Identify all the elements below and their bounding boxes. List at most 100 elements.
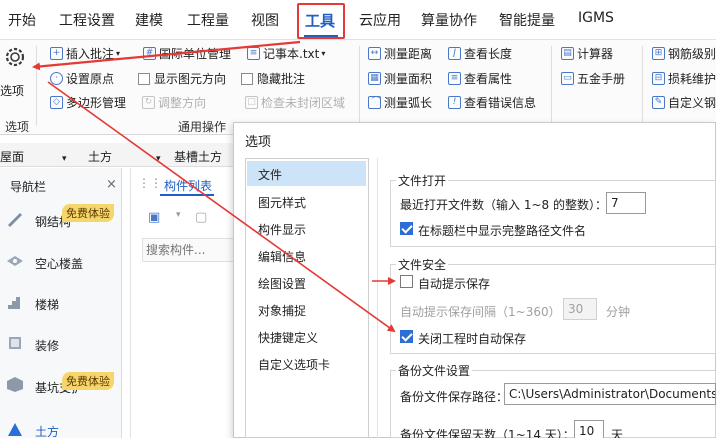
hide-annotation-checkbox[interactable]: 隐藏批注: [241, 70, 305, 87]
loss-maintain-button[interactable]: ⊟ 损耗维护: [652, 70, 716, 87]
ribbon-separator: [36, 46, 37, 126]
tab-component-list[interactable]: 构件列表: [164, 177, 212, 194]
backup-path-input[interactable]: C:\Users\Administrator\Documents\: [504, 383, 716, 405]
checkbox-unchecked-icon: [241, 72, 253, 85]
calculator-icon: ▤: [561, 47, 574, 60]
recent-files-input[interactable]: 7: [606, 192, 646, 214]
close-icon[interactable]: ×: [106, 177, 117, 192]
nav-item-stairs[interactable]: 楼梯: [0, 282, 122, 322]
unit-manage-button[interactable]: # 国际单位管理: [143, 45, 231, 62]
earthwork-icon: [8, 423, 22, 436]
menu-view[interactable]: 视图: [251, 10, 279, 30]
view-errors-button[interactable]: ! 查看错误信息: [448, 94, 536, 111]
options-group-label: 选项: [5, 120, 30, 134]
adjust-icon: ↻: [142, 96, 155, 109]
decoration-icon: [9, 337, 21, 349]
auto-prompt-save-label: 自动提示保存: [418, 277, 491, 291]
insert-annotation-button[interactable]: + 插入批注 ▾: [50, 45, 120, 62]
properties-icon: ≡: [448, 72, 461, 85]
nav-item-hollow-floor[interactable]: 空心楼盖: [0, 241, 122, 281]
category-edit-info[interactable]: 编辑信息: [258, 248, 306, 265]
component-list-pane: [130, 168, 240, 438]
file-open-legend: 文件打开: [396, 172, 449, 189]
check-unclosed-button[interactable]: □ 检查未封闭区域: [245, 94, 345, 111]
save-interval-input[interactable]: 30: [563, 298, 597, 320]
backup-days-label: 备份文件保留天数（1~14 天）：: [400, 428, 575, 438]
menu-smart[interactable]: 智能提量: [499, 10, 555, 30]
backup-days-input[interactable]: 10: [574, 420, 604, 438]
hardware-manual-button[interactable]: ▭ 五金手册: [561, 70, 625, 87]
ruler-icon: ↔: [368, 47, 381, 60]
nav-item-earthwork[interactable]: 土方: [0, 410, 122, 438]
dialog-divider: [377, 158, 378, 438]
menu-modeling[interactable]: 建模: [135, 10, 163, 30]
gear-icon[interactable]: [2, 44, 28, 70]
auto-prompt-save-checkbox[interactable]: [400, 275, 413, 288]
origin-icon: ·: [50, 72, 63, 85]
tools-active-underline: [304, 35, 338, 37]
chevron-down-icon: ▾: [62, 154, 67, 164]
menu-igms[interactable]: IGMS: [578, 10, 614, 26]
annotation-icon: +: [50, 47, 63, 60]
backup-days-unit: 天: [611, 428, 624, 438]
error-list-icon: !: [448, 96, 461, 109]
subcategory-select[interactable]: 基槽土方: [174, 148, 222, 165]
menu-bar: 开始 工程设置 建模 工程量 视图 工具 云应用 算量协作 智能提量 IGMS: [0, 0, 716, 40]
custom-rebar-button[interactable]: ✎ 自定义钢: [652, 94, 716, 111]
measure-arc-button[interactable]: ⌒ 测量弧长: [368, 94, 432, 111]
check-region-icon: □: [245, 96, 258, 109]
menu-collab[interactable]: 算量协作: [421, 10, 477, 30]
category-select[interactable]: 土方 ▾: [88, 148, 161, 165]
category-object-snap[interactable]: 对象捕捉: [258, 302, 306, 319]
measure-distance-button[interactable]: ↔ 测量距离: [368, 45, 432, 62]
book-icon: ▭: [561, 72, 574, 85]
common-group-label: 通用操作: [178, 120, 227, 134]
calculator-button[interactable]: ▤ 计算器: [561, 45, 613, 62]
loss-icon: ⊟: [652, 72, 665, 85]
show-full-path-checkbox[interactable]: [400, 222, 413, 235]
notepad-button[interactable]: ≡ 记事本.txt ▾: [247, 45, 325, 62]
new-component-icon[interactable]: ▣: [148, 210, 160, 225]
dialog-title: 选项: [245, 135, 272, 150]
menu-cloud[interactable]: 云应用: [359, 10, 401, 30]
measure-area-button[interactable]: ▦ 测量面积: [368, 70, 432, 87]
nav-item-decoration[interactable]: 装修: [0, 323, 122, 363]
category-element-style[interactable]: 图元样式: [258, 194, 306, 211]
pen-icon: ✎: [652, 96, 665, 109]
backup-legend: 备份文件设置: [396, 362, 473, 379]
menu-project-settings[interactable]: 工程设置: [59, 10, 115, 30]
chevron-down-icon[interactable]: ▾: [176, 210, 181, 220]
adjust-direction-button[interactable]: ↻ 调整方向: [142, 94, 206, 111]
floor-select[interactable]: 屋面 ▾: [0, 148, 67, 165]
notepad-icon: ≡: [247, 47, 260, 60]
free-trial-badge: 免费体验: [62, 204, 114, 222]
rebar-level-button[interactable]: ⊞ 钢筋级别: [652, 45, 716, 62]
copy-component-icon[interactable]: ▢: [195, 210, 207, 225]
drag-handle-icon[interactable]: ⋮⋮: [138, 176, 162, 190]
set-origin-button[interactable]: · 设置原点: [50, 70, 114, 87]
view-properties-button[interactable]: ≡ 查看属性: [448, 70, 512, 87]
pit-support-icon: [7, 377, 23, 392]
polygon-manage-button[interactable]: ◇ 多边形管理: [50, 94, 126, 111]
category-component-display[interactable]: 构件显示: [258, 221, 306, 238]
menu-quantity[interactable]: 工程量: [187, 10, 229, 30]
chevron-down-icon: ▾: [321, 49, 326, 58]
recent-files-label: 最近打开文件数（输入 1~8 的整数）：: [400, 198, 607, 212]
show-direction-checkbox[interactable]: 显示图元方向: [138, 70, 226, 87]
ribbon-separator: [359, 46, 360, 126]
ribbon-separator: [642, 46, 643, 126]
category-shortcut[interactable]: 快捷键定义: [258, 329, 318, 346]
view-length-button[interactable]: ǀ 查看长度: [448, 45, 512, 62]
steel-beam-icon: [8, 213, 22, 227]
backup-path-label: 备份文件保存路径：: [400, 390, 509, 404]
file-safety-legend: 文件安全: [396, 256, 449, 273]
checkbox-unchecked-icon: [138, 72, 150, 85]
category-drawing-settings[interactable]: 绘图设置: [258, 275, 306, 292]
length-icon: ǀ: [448, 47, 461, 60]
component-search-input[interactable]: [146, 241, 234, 259]
category-custom-tab[interactable]: 自定义选项卡: [258, 356, 330, 373]
close-autosave-checkbox[interactable]: [400, 330, 413, 343]
options-button[interactable]: 选项: [0, 82, 24, 99]
category-file[interactable]: 文件: [258, 166, 282, 183]
menu-home[interactable]: 开始: [8, 10, 36, 30]
